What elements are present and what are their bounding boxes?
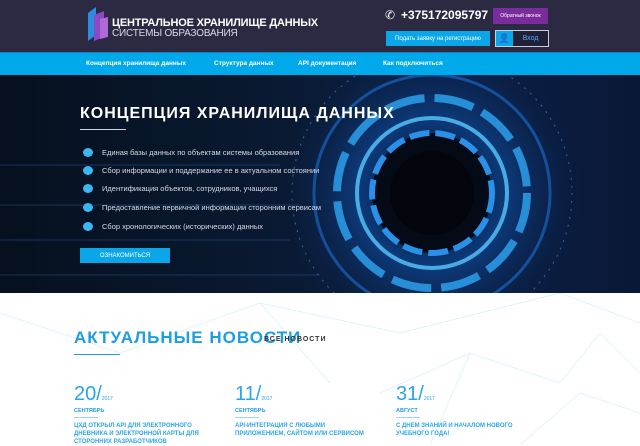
news-item[interactable]: 11/2017 СЕНТЯБРЬ API-интеграция с любыми…: [235, 383, 375, 438]
nav-api[interactable]: API документация: [298, 60, 356, 67]
news-item[interactable]: 20/2017 СЕНТЯБРЬ ЦХД открыл API для элек…: [74, 383, 214, 446]
news-headline[interactable]: ЦХД открыл API для электронного дневника…: [74, 422, 214, 446]
feature-item: Единая базы данных по объектам системы о…: [83, 148, 299, 157]
history-icon: [83, 222, 93, 231]
user-icon: 👤: [496, 31, 513, 46]
database-icon: [83, 148, 93, 157]
learn-more-button[interactable]: ОЗНАКОМИТЬСЯ: [80, 248, 170, 263]
nav-concept[interactable]: Концепция хранилища данных: [86, 60, 186, 67]
title-underline: [80, 129, 126, 130]
hero: КОНЦЕПЦИЯ ХРАНИЛИЩА ДАННЫХ Единая базы д…: [0, 75, 640, 293]
nav-structure[interactable]: Структура данных: [214, 60, 274, 67]
info-icon: [83, 166, 93, 175]
phone-icon: ✆: [385, 8, 396, 22]
news-underline: [74, 354, 120, 355]
hero-title: КОНЦЕПЦИЯ ХРАНИЛИЩА ДАННЫХ: [80, 105, 395, 122]
callback-button[interactable]: Обратный звонок: [493, 8, 548, 24]
feature-item: Сбор хронологических (исторических) данн…: [83, 222, 263, 231]
logo-icon: [88, 7, 108, 41]
feature-item: Сбор информации и поддержание ее в актуа…: [83, 166, 319, 175]
brand-subtitle: СИСТЕМЫ ОБРАЗОВАНИЯ: [112, 28, 238, 39]
login-button[interactable]: 👤 Вход: [495, 30, 549, 47]
news-headline[interactable]: С днем знаний и началом нового учебного …: [396, 422, 536, 438]
news-headline[interactable]: API-интеграция с любыми приложением, сай…: [235, 422, 375, 438]
main-nav: Концепция хранилища данных Структура дан…: [0, 52, 640, 75]
all-news-link[interactable]: ВСЕ НОВОСТИ: [264, 336, 326, 343]
login-label: Вход: [513, 31, 548, 46]
news-item[interactable]: 31/2017 АВГУСТ С днем знаний и началом н…: [396, 383, 536, 438]
phone-number[interactable]: +375172095797: [401, 8, 488, 22]
id-icon: [83, 184, 93, 193]
nav-connect[interactable]: Как подключиться: [383, 60, 443, 67]
feature-item: Идентификация объектов, сотрудников, уча…: [83, 184, 277, 193]
header: ЦЕНТРАЛЬНОЕ ХРАНИЛИЩЕ ДАННЫХ СИСТЕМЫ ОБР…: [0, 0, 640, 52]
share-icon: [83, 203, 93, 212]
register-button[interactable]: Подать заявку на регистрацию: [386, 31, 490, 46]
feature-item: Предоставление первичной информации стор…: [83, 203, 321, 212]
